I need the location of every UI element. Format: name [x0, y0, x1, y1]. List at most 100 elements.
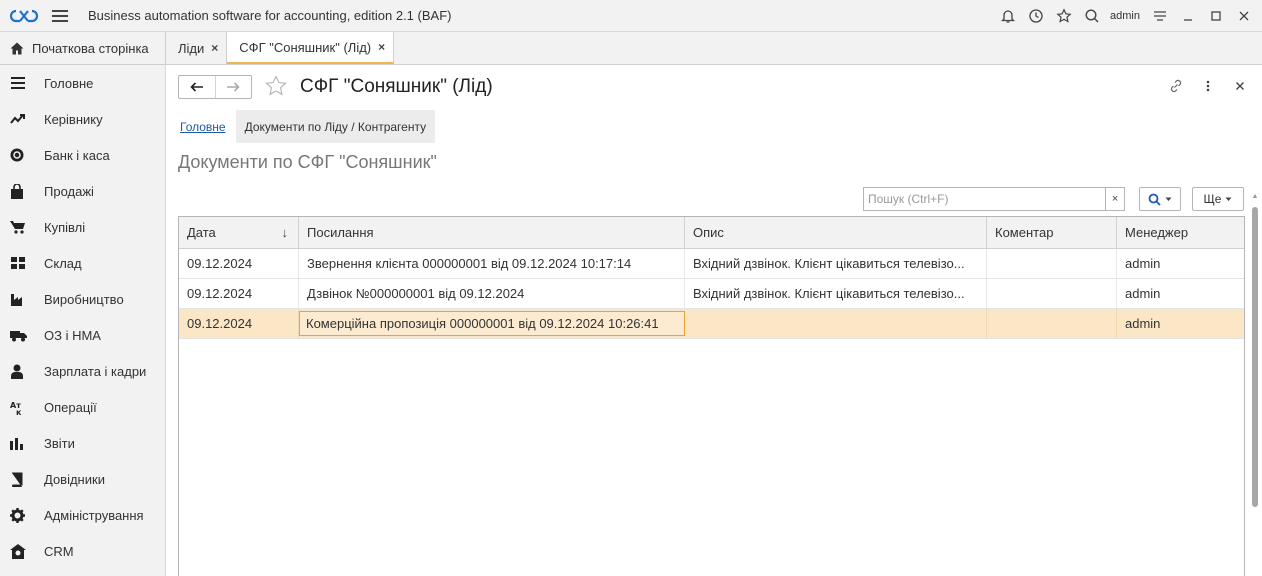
home-icon [10, 42, 24, 54]
close-window-icon[interactable] [1230, 0, 1258, 32]
sidebar-item-label: Звіти [44, 435, 75, 451]
cell-description: Вхідний дзвінок. Клієнт цікавиться телев… [685, 249, 987, 278]
sidebar-item-label: Головне [44, 75, 94, 91]
cell-manager: admin [1125, 316, 1161, 331]
sidebar-item-label: CRM [44, 543, 74, 559]
column-header-comment[interactable]: Коментар [987, 217, 1117, 248]
table-row[interactable]: 09.12.2024 Звернення клієнта 000000001 в… [179, 249, 1244, 279]
search-clear-button[interactable]: × [1105, 187, 1125, 211]
sidebar-item-label: Продажі [44, 183, 94, 199]
documents-table: Дата ↓ Посилання Опис Коментар Менеджер … [178, 216, 1245, 576]
cell-date: 09.12.2024 [179, 309, 299, 338]
column-header-description[interactable]: Опис [685, 217, 987, 248]
cell-comment [987, 249, 1117, 278]
search-box: × [863, 187, 1125, 211]
forward-button[interactable] [214, 76, 251, 98]
cell-description [685, 309, 987, 338]
main-content: СФГ "Соняшник" (Лід) Головне Документи п… [166, 65, 1262, 576]
scrollbar-thumb[interactable] [1252, 207, 1258, 507]
chevron-down-icon [1165, 197, 1172, 201]
more-actions-button[interactable]: Ще [1192, 187, 1244, 211]
sidebar-item-catalogs[interactable]: Довідники [0, 461, 165, 497]
search-options-button[interactable] [1139, 187, 1181, 211]
history-icon[interactable] [1022, 0, 1050, 32]
tab-lead-document-label: СФГ "Соняшник" (Лід) [239, 39, 372, 55]
app-title: Business automation software for account… [88, 8, 452, 23]
sidebar-item-label: Операції [44, 399, 97, 415]
app-logo-icon [10, 7, 38, 25]
current-user[interactable]: admin [1110, 10, 1140, 22]
section-title: Документи по СФГ "Соняшник" [178, 152, 437, 172]
back-button[interactable] [179, 76, 215, 98]
sidebar-item-sales[interactable]: Продажі [0, 173, 165, 209]
factory-icon [10, 292, 32, 306]
more-vertical-icon[interactable] [1198, 75, 1218, 97]
sidebar-item-purchases[interactable]: Купівлі [0, 209, 165, 245]
operations-icon: Aт к [10, 400, 32, 415]
search-icon[interactable] [1078, 0, 1106, 32]
tab-home[interactable]: Початкова сторінка [0, 32, 166, 64]
svg-text:к: к [16, 408, 22, 415]
cell-link: Дзвінок №000000001 від 09.12.2024 [299, 279, 685, 308]
bell-icon[interactable] [994, 0, 1022, 32]
link-icon[interactable] [1166, 75, 1186, 97]
tabs-bar: Початкова сторінка Ліди × СФГ "Соняшник"… [0, 32, 1262, 65]
column-header-link[interactable]: Посилання [299, 217, 685, 248]
sidebar-item-salary[interactable]: Зарплата і кадри [0, 353, 165, 389]
close-form-icon[interactable] [1230, 75, 1250, 97]
table-row[interactable]: 09.12.2024 Дзвінок №000000001 від 09.12.… [179, 279, 1244, 309]
cell-description: Вхідний дзвінок. Клієнт цікавиться телев… [685, 279, 987, 308]
sidebar-item-label: ОЗ і НМА [44, 327, 101, 343]
settings-menu-icon[interactable] [1146, 0, 1174, 32]
sidebar-item-label: Довідники [44, 471, 105, 487]
nav-main-link[interactable]: Головне [180, 120, 226, 134]
cell-date: 09.12.2024 [179, 279, 299, 308]
sidebar: Головне Керівнику Банк і каса Продажі Ку… [0, 65, 166, 576]
sidebar-item-operations[interactable]: Aт к Операції [0, 389, 165, 425]
column-header-label: Дата [187, 225, 216, 240]
main-menu-icon[interactable] [52, 9, 68, 22]
warehouse-icon [10, 256, 32, 270]
tab-lead-document[interactable]: СФГ "Соняшник" (Лід) × [227, 32, 395, 64]
add-to-favorites-icon[interactable] [264, 74, 288, 101]
page-title: СФГ "Соняшник" (Лід) [300, 76, 493, 97]
crm-icon [10, 543, 32, 559]
sidebar-item-bank[interactable]: Банк і каса [0, 137, 165, 173]
cell-date: 09.12.2024 [179, 249, 299, 278]
search-input[interactable] [863, 187, 1106, 211]
cell-comment [987, 309, 1117, 338]
table-row-selected[interactable]: 09.12.2024 Комерційна пропозиція 0000000… [179, 309, 1244, 339]
bar-chart-icon [10, 437, 32, 450]
sidebar-item-reports[interactable]: Звіти [0, 425, 165, 461]
vertical-scrollbar[interactable]: ▲ [1251, 193, 1259, 576]
minimize-icon[interactable] [1174, 0, 1202, 32]
favorites-star-icon[interactable] [1050, 0, 1078, 32]
sidebar-item-label: Виробництво [44, 291, 124, 307]
tab-leads-label: Ліди [178, 40, 205, 56]
sidebar-item-warehouse[interactable]: Склад [0, 245, 165, 281]
sidebar-item-administration[interactable]: Адміністрування [0, 497, 165, 533]
tab-leads[interactable]: Ліди × [166, 32, 228, 64]
trend-up-icon [10, 112, 32, 126]
tab-close-icon[interactable]: × [378, 40, 385, 54]
nav-documents-active[interactable]: Документи по Ліду / Контрагенту [235, 110, 436, 143]
column-header-manager[interactable]: Менеджер [1117, 217, 1244, 248]
cell-link-focused[interactable]: Комерційна пропозиція 000000001 від 09.1… [299, 311, 685, 336]
person-icon [10, 364, 32, 379]
cart-icon [10, 220, 32, 234]
sidebar-item-main[interactable]: Головне [0, 65, 165, 101]
form-navigation: Головне Документи по Ліду / Контрагенту [180, 110, 436, 143]
sidebar-item-label: Склад [44, 255, 82, 271]
tab-close-icon[interactable]: × [211, 41, 218, 55]
sidebar-item-fixed-assets[interactable]: ОЗ і НМА [0, 317, 165, 353]
maximize-icon[interactable] [1202, 0, 1230, 32]
sidebar-item-crm[interactable]: CRM [0, 533, 165, 569]
scroll-up-icon[interactable]: ▲ [1251, 193, 1259, 203]
sidebar-item-production[interactable]: Виробництво [0, 281, 165, 317]
column-header-date[interactable]: Дата ↓ [179, 217, 299, 248]
sidebar-item-manager[interactable]: Керівнику [0, 101, 165, 137]
tab-home-label: Початкова сторінка [32, 40, 149, 56]
coin-icon [10, 148, 32, 162]
arrow-left-icon [190, 82, 203, 92]
shopping-bag-icon [10, 183, 32, 199]
